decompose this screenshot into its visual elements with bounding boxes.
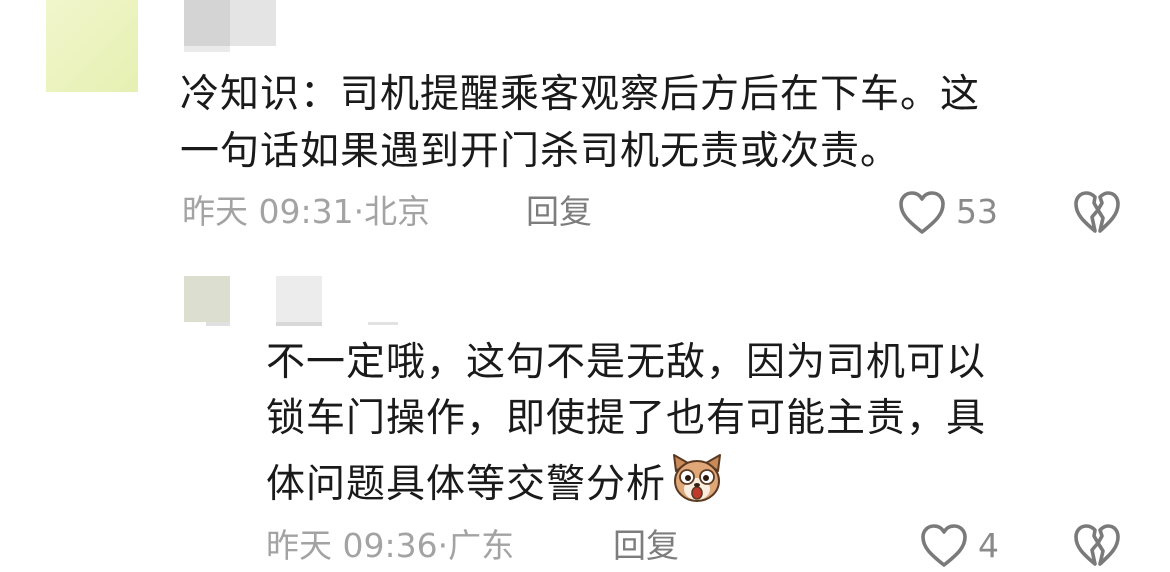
username-blurred-underline [184,46,230,52]
reply-button[interactable]: 回复 [526,192,592,232]
heart-outline-icon[interactable] [920,523,968,569]
avatar[interactable] [46,0,138,92]
reply-button[interactable]: 回复 [613,526,679,566]
broken-heart-icon[interactable] [1073,190,1121,236]
comment-location: 北京 [364,192,431,231]
heart-outline-icon[interactable] [898,190,946,236]
comment-text-line: 不一定哦，这句不是无敌，因为司机可以 [266,340,987,385]
avatar[interactable] [184,276,230,322]
username-blurred-fragment [368,322,398,325]
username-blurred[interactable] [276,276,322,322]
avatar-blur-edge [206,322,230,326]
comment-text-line: 体问题具体等交警分析 [266,451,724,510]
comment-text-line: 锁车门操作，即使提了也有可能主责，具 [266,396,987,441]
broken-heart-icon[interactable] [1073,523,1121,569]
comment-text-line: 一句话如果遇到开门杀司机无责或次责。 [180,129,901,174]
dog-face-emoji-icon [670,451,724,505]
comment-location: 广东 [448,526,515,565]
username-blurred-underline [276,322,322,326]
comment-text: 体问题具体等交警分析 [266,462,667,507]
comment-meta: 昨天 09:31·北京 [182,192,430,232]
comment-text-line: 冷知识：司机提醒乘客观察后方后在下车。这 [180,72,981,117]
username-blurred[interactable] [184,0,276,46]
comment-timestamp: 昨天 09:31· [182,192,365,231]
comment-timestamp: 昨天 09:36· [266,526,449,565]
like-count: 53 [956,192,998,231]
like-count: 4 [978,526,999,565]
comment-meta: 昨天 09:36·广东 [266,526,514,566]
